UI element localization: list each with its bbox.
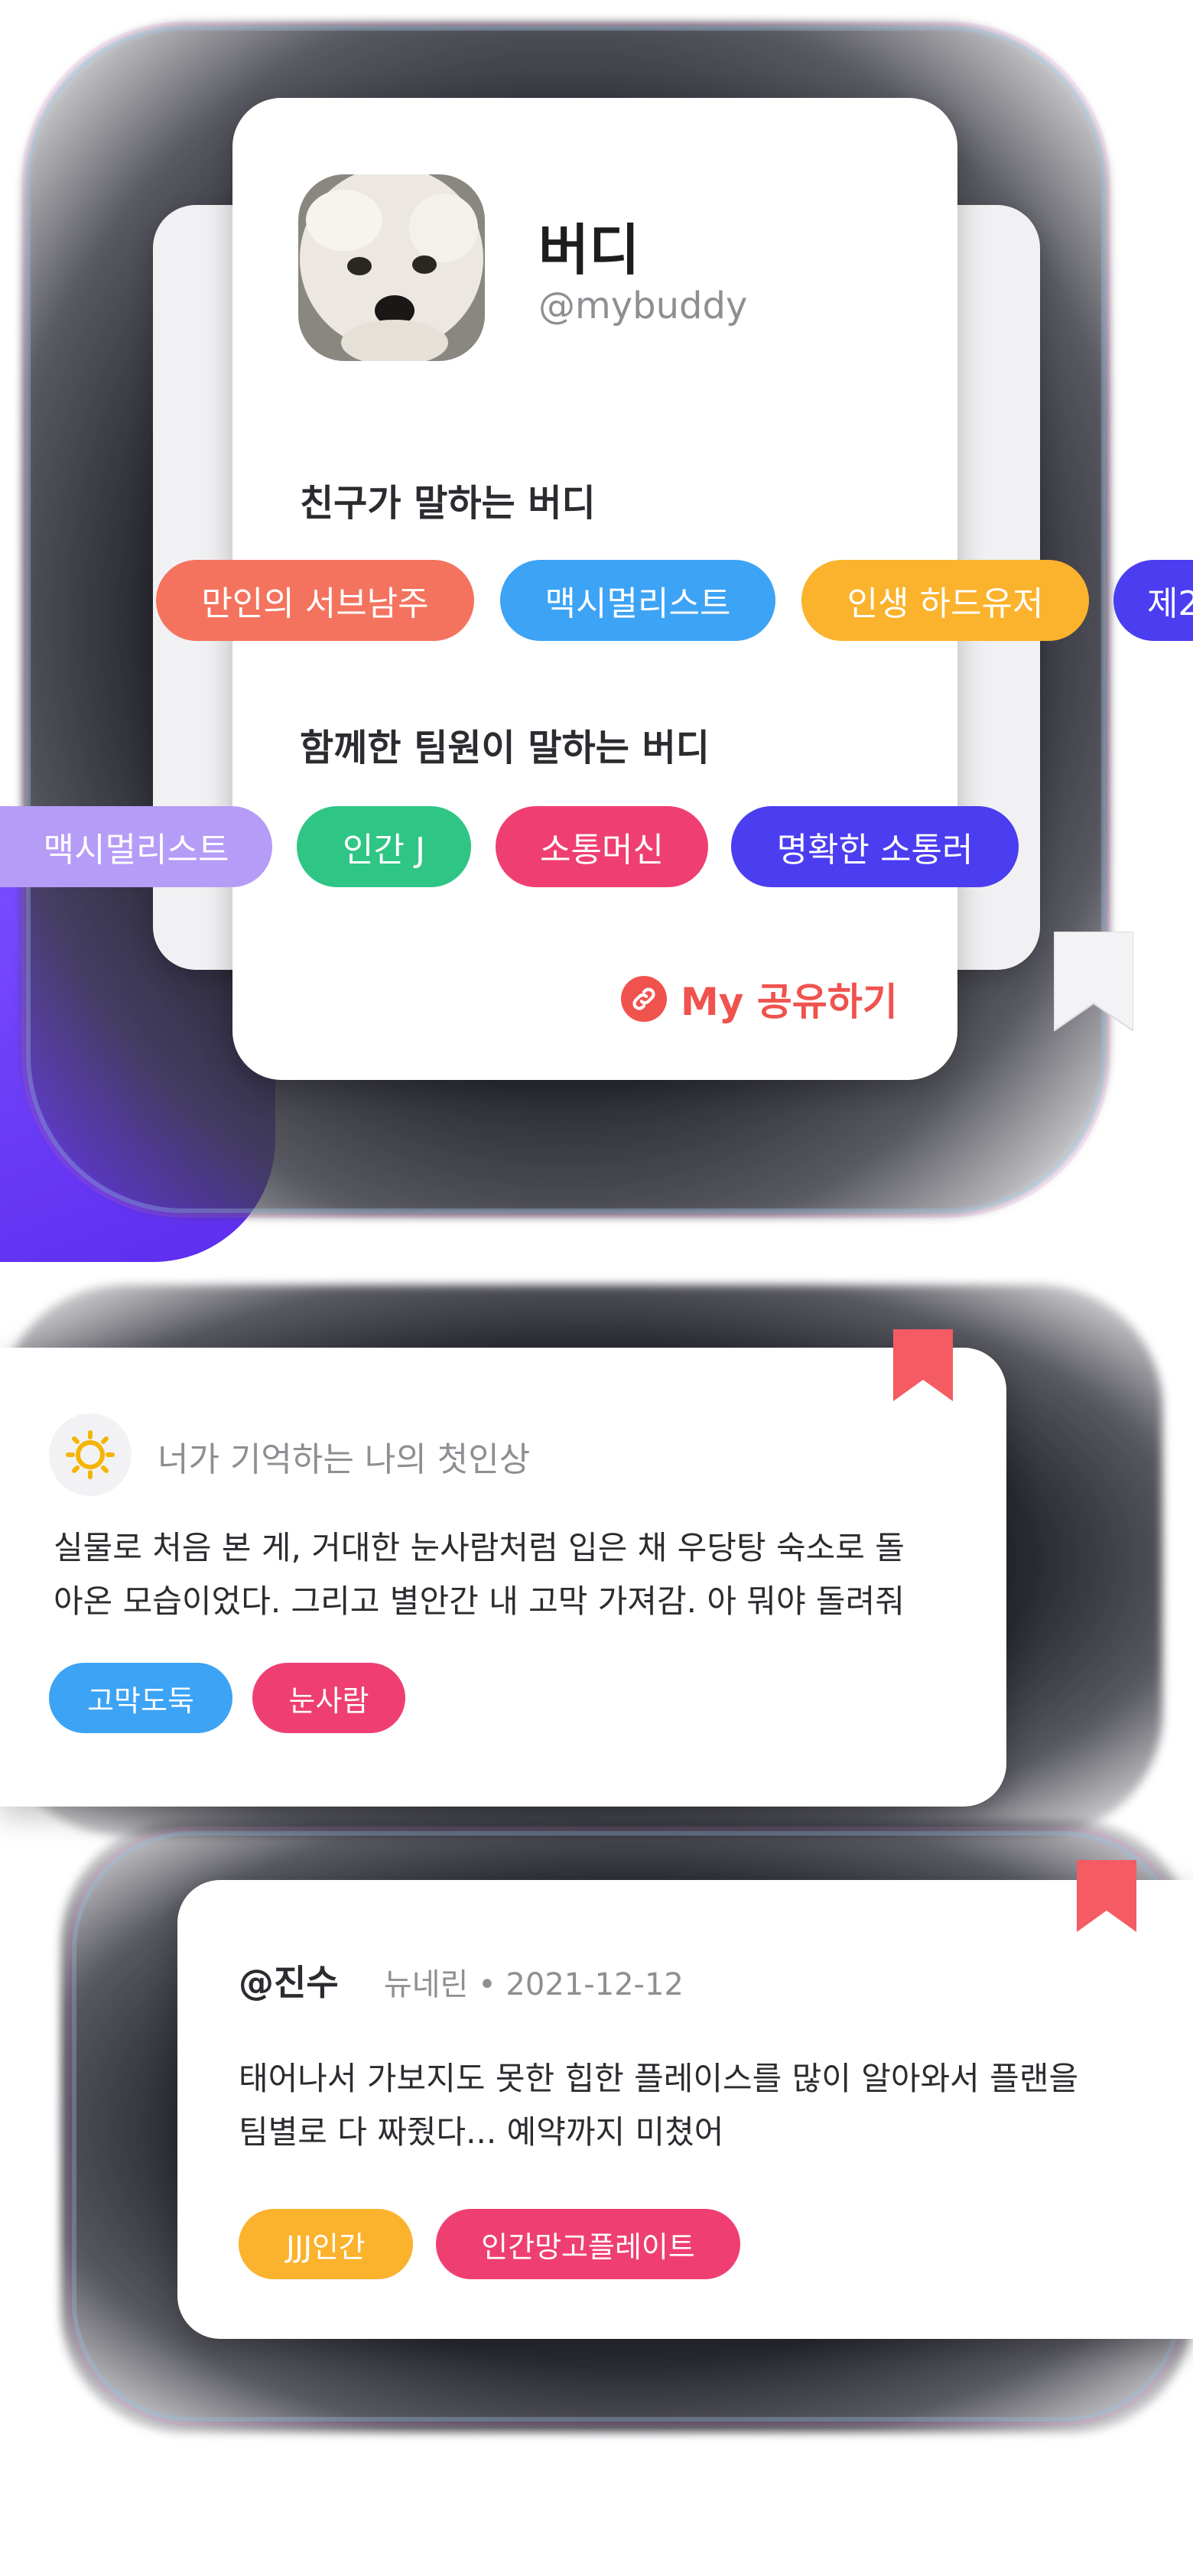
review-text-line-2: 팀별로 다 짜줬다... 예약까지 미쳤어 xyxy=(239,2113,724,2151)
share-label: My 공유하기 xyxy=(681,980,898,1024)
impression-tag[interactable]: 눈사람 xyxy=(252,1663,405,1733)
link-icon xyxy=(621,976,667,1022)
bookmark-icon[interactable] xyxy=(1077,1860,1136,1932)
sun-icon xyxy=(49,1413,132,1496)
profile-name: 버디 xyxy=(538,218,640,282)
friend-tag[interactable]: 제2 xyxy=(1113,560,1193,641)
team-tag[interactable]: 소통머신 xyxy=(496,806,708,887)
team-tag[interactable]: 맥시멀리스트 xyxy=(0,806,272,887)
review-meta: 뉴네린 • 2021-12-12 xyxy=(384,1967,684,2002)
impression-title: 너가 기억하는 나의 첫인상 xyxy=(158,1440,531,1479)
profile-handle: @mybuddy xyxy=(538,285,748,327)
bookmark-icon[interactable] xyxy=(893,1329,953,1401)
review-tag[interactable]: 인간망고플레이트 xyxy=(436,2209,740,2279)
impression-text-line-1: 실물로 처음 본 게, 거대한 눈사람처럼 입은 채 우당탕 숙소로 돌 xyxy=(54,1529,905,1566)
share-button[interactable]: My 공유하기 xyxy=(621,971,898,1026)
review-author: @진수 xyxy=(239,1962,339,2003)
review-tag[interactable]: JJJ인간 xyxy=(239,2209,413,2279)
friend-tag[interactable]: 만인의 서브남주 xyxy=(156,560,474,641)
impression-text-line-2: 아온 모습이었다. 그리고 별안간 내 고막 가져감. 아 뭐야 돌려줘 xyxy=(54,1582,905,1620)
team-tag[interactable]: 인간 J xyxy=(297,806,471,887)
bookmark-icon[interactable] xyxy=(1054,932,1133,1031)
avatar xyxy=(298,174,485,361)
friend-tag[interactable]: 맥시멀리스트 xyxy=(500,560,775,641)
dog-photo xyxy=(298,174,485,361)
team-heading: 함께한 팀원이 말하는 버디 xyxy=(300,727,710,769)
impression-tag[interactable]: 고막도둑 xyxy=(49,1663,232,1733)
friend-tag[interactable]: 인생 하드유저 xyxy=(801,560,1089,641)
team-tag[interactable]: 명확한 소통러 xyxy=(731,806,1019,887)
review-text-line-1: 태어나서 가보지도 못한 힙한 플레이스를 많이 알아와서 플랜을 xyxy=(239,2060,1079,2097)
friends-heading: 친구가 말하는 버디 xyxy=(300,482,596,525)
